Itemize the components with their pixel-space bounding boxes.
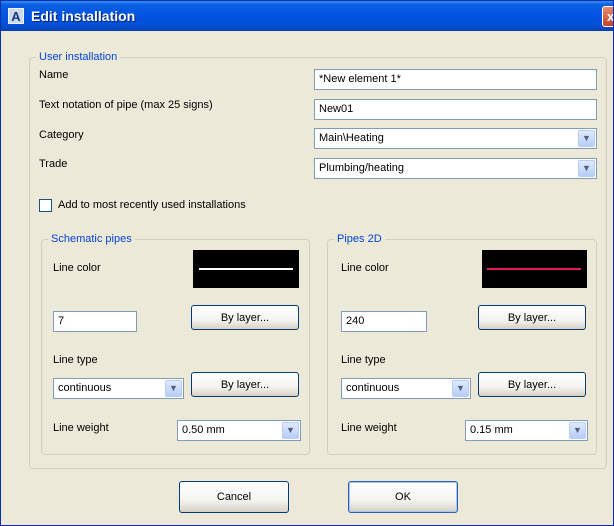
schematic-type-by-layer-button[interactable]: By layer... [191,372,299,397]
schematic-line-weight-select[interactable]: 0.50 mm ▼ [177,420,301,441]
chevron-down-icon[interactable]: ▼ [578,160,595,177]
schematic-color-by-layer-button[interactable]: By layer... [191,305,299,330]
text-notation-field[interactable]: New01 [314,99,597,120]
recent-installations-label[interactable]: Add to most recently used installations [58,199,246,211]
schematic-line-type-value: continuous [58,382,112,394]
trade-select[interactable]: Plumbing/heating ▼ [314,158,597,179]
chevron-down-icon[interactable]: ▼ [578,130,595,147]
cancel-button-label: Cancel [216,491,252,503]
chevron-down-icon[interactable]: ▼ [165,380,182,397]
schematic-line-type-label: Line type [53,354,98,366]
schematic-color-swatch [193,250,299,288]
name-field[interactable]: *New element 1* [314,69,597,90]
schematic-line-weight-label: Line weight [53,422,109,434]
pipes-2d-line-weight-label: Line weight [341,422,397,434]
user-installation-legend: User installation [36,51,121,63]
category-select[interactable]: Main\Heating ▼ [314,128,597,149]
cancel-button[interactable]: Cancel [179,481,289,513]
pipes-2d-color-by-layer-label: By layer... [507,311,557,324]
app-icon: A [8,8,24,24]
pipes-2d-line-weight-value: 0.15 mm [470,424,513,436]
close-button[interactable]: x [602,6,614,27]
trade-label: Trade [39,158,68,170]
schematic-line-weight-value: 0.50 mm [182,424,225,436]
category-label: Category [39,129,84,141]
pipes-2d-color-field[interactable]: 240 [341,311,427,332]
ok-button[interactable]: OK [348,481,458,513]
pipes-2d-line-type-select[interactable]: continuous ▼ [341,378,471,399]
chevron-down-icon[interactable]: ▼ [282,422,299,439]
pipes-2d-line-color-label: Line color [341,262,389,274]
name-label: Name [39,69,69,81]
recent-installations-checkbox[interactable] [39,199,52,212]
pipes-2d-type-by-layer-button[interactable]: By layer... [478,372,586,397]
pipes-2d-line-type-label: Line type [341,354,386,366]
trade-value: Plumbing/heating [319,162,405,174]
pipes-2d-color-line [487,268,581,270]
schematic-type-by-layer-label: By layer... [220,378,270,391]
ok-button-label: OK [395,491,411,503]
chevron-down-icon[interactable]: ▼ [569,422,586,439]
pipes-2d-type-by-layer-label: By layer... [507,378,557,391]
text-notation-label: Text notation of pipe (max 25 signs) [39,99,213,111]
edit-installation-dialog: A Edit installation x User installation … [0,0,614,526]
title-bar[interactable]: A Edit installation x [1,1,614,31]
schematic-line-type-select[interactable]: continuous ▼ [53,378,184,399]
close-icon: x [607,9,614,24]
pipes-2d-legend: Pipes 2D [334,233,385,245]
pipes-2d-line-type-value: continuous [346,382,400,394]
pipes-2d-color-swatch [482,250,587,288]
schematic-color-by-layer-label: By layer... [220,311,270,324]
schematic-color-line [199,268,293,270]
chevron-down-icon[interactable]: ▼ [452,380,469,397]
schematic-line-color-label: Line color [53,262,101,274]
dialog-title: Edit installation [31,8,136,24]
schematic-pipes-legend: Schematic pipes [48,233,135,245]
pipes-2d-color-by-layer-button[interactable]: By layer... [478,305,586,330]
schematic-color-field[interactable]: 7 [53,311,137,332]
category-value: Main\Heating [319,132,384,144]
pipes-2d-line-weight-select[interactable]: 0.15 mm ▼ [465,420,588,441]
